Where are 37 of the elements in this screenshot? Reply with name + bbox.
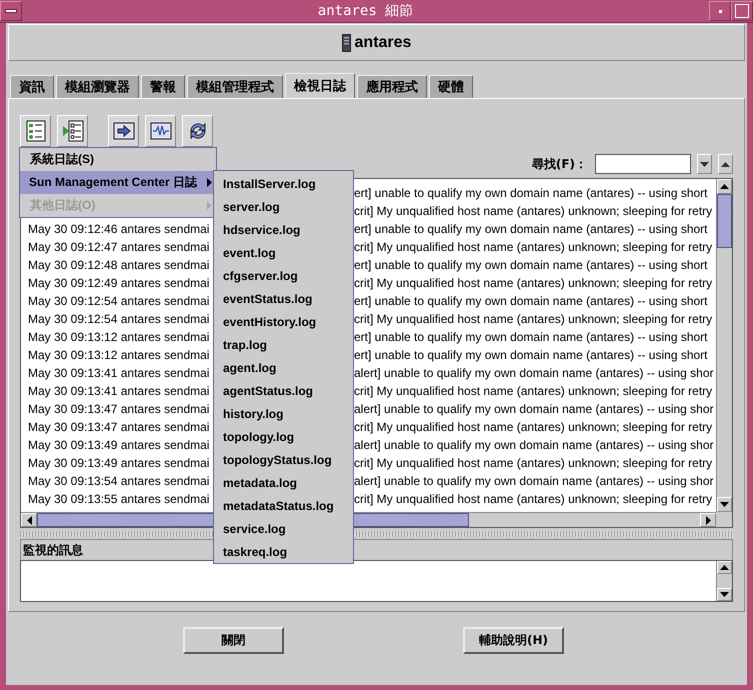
log-text: ert] unable to qualify my own domain name (antares) -- using short	[354, 258, 708, 272]
log-text: alert] unable to qualify my own domain name (antares) -- using shor	[354, 474, 714, 488]
log-text: May 30 09:12:54 antares sendmai	[28, 312, 210, 326]
log-text: ert] unable to qualify my own domain name (antares) -- using short	[354, 294, 708, 308]
window-title: antares 細節	[316, 2, 414, 20]
log-text: May 30 09:12:46 antares sendmai	[28, 222, 210, 236]
log-text: May 30 09:12:48 antares sendmai	[28, 258, 210, 272]
log-text: crit] My unqualified host name (antares) unknown; sleeping for retry	[354, 312, 712, 326]
log-text: May 30 09:13:54 antares sendmai	[28, 474, 210, 488]
log-text: alert] unable to qualify my own domain name (antares) -- using shor	[354, 366, 714, 380]
log-text: alert] unable to qualify my own domain name (antares) -- using shor	[354, 438, 714, 452]
log-text: ert] unable to qualify my own domain name (antares) -- using short	[354, 330, 708, 344]
log-text: May 30 09:13:47 antares sendmai	[28, 420, 210, 434]
log-text: May 30 09:13:49 antares sendmai	[28, 438, 210, 452]
log-text: crit] My unqualified host name (antares) unknown; sleeping for retry	[354, 240, 712, 254]
log-text: May 30 09:12:47 antares sendmai	[28, 240, 210, 254]
log-text: crit] My unqualified host name (antares) unknown; sleeping for retry	[354, 204, 712, 218]
log-text: crit] My unqualified host name (antares) unknown; sleeping for retry	[354, 384, 712, 398]
find-label: 尋找(F)：	[532, 156, 587, 172]
log-text: ert] unable to qualify my own domain name (antares) -- using short	[354, 222, 708, 236]
log-text: crit] My unqualified host name (antares) unknown; sleeping for retry	[354, 492, 712, 506]
log-text: crit] My unqualified host name (antares) unknown; sleeping for retry	[354, 456, 712, 470]
host-title: antares	[354, 34, 412, 52]
log-text: May 30 09:12:54 antares sendmai	[28, 294, 210, 308]
log-text: May 30 09:13:12 antares sendmai	[28, 330, 210, 344]
log-text: alert] unable to qualify my own domain name (antares) -- using shor	[354, 402, 714, 416]
log-text: May 30 09:13:12 antares sendmai	[28, 348, 210, 362]
log-text: ert] unable to qualify my own domain name (antares) -- using short	[354, 348, 708, 362]
log-text: ert] unable to qualify my own domain name (antares) -- using short	[354, 186, 708, 200]
log-text: May 30 09:13:41 antares sendmai	[28, 384, 210, 398]
log-text: May 30 09:13:47 antares sendmai	[28, 402, 210, 416]
log-text: May 30 09:13:49 antares sendmai	[28, 456, 210, 470]
log-text: May 30 09:12:49 antares sendmai	[28, 276, 210, 290]
log-text: crit] My unqualified host name (antares) unknown; sleeping for retry	[354, 276, 712, 290]
log-text: May 30 09:13:55 antares sendmai	[28, 492, 210, 506]
log-text: May 30 09:13:41 antares sendmai	[28, 366, 210, 380]
log-text: crit] My unqualified host name (antares) unknown; sleeping for retry	[354, 420, 712, 434]
